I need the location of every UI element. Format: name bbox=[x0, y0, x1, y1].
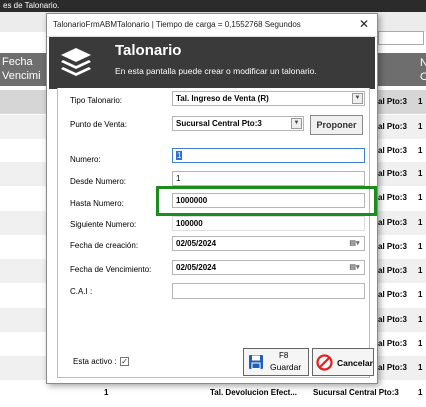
cancelar-button[interactable]: Cancelar bbox=[312, 348, 374, 376]
cell-activo: 1 bbox=[418, 388, 423, 397]
cell-punto-venta: al Pto:3 bbox=[378, 122, 407, 131]
guardar-label: Guardar bbox=[270, 362, 302, 372]
cell-activo: 1 bbox=[418, 363, 423, 372]
cell-punto-venta: al Pto:3 bbox=[378, 290, 407, 299]
banner-subtitle: En esta pantalla puede crear o modificar… bbox=[115, 66, 317, 76]
fecha-vencimiento-label: Fecha de Vencimiento: bbox=[70, 265, 152, 274]
cell-activo: 1 bbox=[418, 97, 423, 106]
siguiente-numero-label: Siguiente Numero: bbox=[70, 220, 137, 229]
fecha-creacion-label: Fecha de creación: bbox=[70, 241, 139, 250]
desde-numero-input[interactable]: 1 bbox=[172, 171, 365, 186]
cai-label: C.A.I : bbox=[70, 287, 93, 296]
numero-value: 1 bbox=[176, 151, 183, 160]
numero-label: Numero: bbox=[70, 155, 101, 164]
fecha-creacion-value: 02/05/2024 bbox=[176, 239, 217, 248]
background-search-field[interactable] bbox=[378, 31, 424, 45]
close-icon[interactable]: ✕ bbox=[359, 18, 369, 30]
cancel-icon bbox=[316, 354, 333, 371]
guardar-shortcut: F8 bbox=[279, 351, 289, 360]
desde-numero-label: Desde Numero: bbox=[70, 177, 127, 186]
dialog-banner: Talonario En esta pantalla puede crear o… bbox=[49, 37, 375, 89]
cell-activo: 1 bbox=[418, 169, 423, 178]
punto-venta-select[interactable]: Sucursal Central Pto:3 ▼ bbox=[172, 116, 304, 131]
cell-punto-venta: al Pto:3 bbox=[378, 218, 407, 227]
hasta-numero-input[interactable]: 1000000 bbox=[172, 193, 365, 208]
cell-tipo: Tal. Devolucion Efect... bbox=[210, 388, 297, 397]
cell-activo: 1 bbox=[418, 339, 423, 348]
tipo-talonario-select[interactable]: Tal. Ingreso de Venta (R) ▼ bbox=[172, 91, 365, 106]
fecha-creacion-picker[interactable]: 02/05/2024 ▤▾ bbox=[172, 236, 365, 251]
cell-punto-venta: Sucursal Central Pto:3 bbox=[313, 388, 399, 397]
punto-venta-value: Sucursal Central Pto:3 bbox=[176, 119, 262, 128]
fecha-vencimiento-picker[interactable]: 02/05/2024 ▤▾ bbox=[172, 260, 365, 275]
cancelar-label: Cancelar bbox=[337, 358, 373, 368]
cell-activo: 1 bbox=[418, 266, 423, 275]
proponer-button[interactable]: Proponer bbox=[310, 115, 363, 135]
chevron-down-icon[interactable]: ▼ bbox=[291, 118, 302, 129]
cell-punto-venta: al Pto:3 bbox=[378, 339, 407, 348]
dialog-title: TalonarioFrmABMTalonario | Tiempo de car… bbox=[53, 20, 301, 29]
punto-venta-label: Punto de Venta: bbox=[70, 120, 127, 129]
activo-checkbox[interactable]: ✓ bbox=[120, 357, 129, 366]
cell-activo: 1 bbox=[418, 315, 423, 324]
cai-input[interactable] bbox=[172, 283, 365, 299]
hasta-numero-label: Hasta Numero: bbox=[70, 199, 124, 208]
fecha-vencimiento-value: 02/05/2024 bbox=[176, 263, 217, 272]
activo-label: Esta activo : bbox=[73, 357, 117, 366]
banner-title: Talonario bbox=[115, 42, 182, 59]
cell-activo: 1 bbox=[418, 218, 423, 227]
cell-numero: 1 bbox=[104, 388, 109, 397]
save-icon bbox=[249, 355, 263, 369]
guardar-button[interactable]: F8 Guardar bbox=[243, 348, 309, 376]
calendar-icon[interactable]: ▤▾ bbox=[347, 262, 362, 273]
header-n[interactable]: N bbox=[420, 57, 426, 69]
header-c[interactable]: C bbox=[420, 71, 426, 83]
cell-activo: 1 bbox=[418, 146, 423, 155]
cell-punto-venta: al Pto:3 bbox=[378, 266, 407, 275]
cell-punto-venta: al Pto:3 bbox=[378, 193, 407, 202]
layers-icon bbox=[61, 48, 91, 76]
dialog-titlebar[interactable]: TalonarioFrmABMTalonario | Tiempo de car… bbox=[47, 14, 377, 37]
tipo-talonario-label: Tipo Talonario: bbox=[70, 96, 123, 105]
cell-punto-venta: al Pto:3 bbox=[378, 363, 407, 372]
chevron-down-icon[interactable]: ▼ bbox=[352, 93, 363, 104]
cell-activo: 1 bbox=[418, 122, 423, 131]
cell-activo: 1 bbox=[418, 193, 423, 202]
cell-punto-venta: al Pto:3 bbox=[378, 315, 407, 324]
cell-punto-venta: al Pto:3 bbox=[378, 169, 407, 178]
cell-activo: 1 bbox=[418, 242, 423, 251]
cell-activo: 1 bbox=[418, 290, 423, 299]
siguiente-numero-input[interactable]: 100000 bbox=[172, 216, 365, 231]
numero-input[interactable]: 1 bbox=[172, 148, 365, 163]
cell-punto-venta: al Pto:3 bbox=[378, 242, 407, 251]
header-fecha-vencimiento[interactable]: Fecha Vencimi bbox=[2, 55, 41, 83]
background-window-title: es de Talonario. bbox=[0, 0, 426, 12]
cell-punto-venta: al Pto:3 bbox=[378, 97, 407, 106]
calendar-icon[interactable]: ▤▾ bbox=[347, 238, 362, 249]
tipo-talonario-value: Tal. Ingreso de Venta (R) bbox=[176, 94, 269, 103]
cell-punto-venta: al Pto:3 bbox=[378, 146, 407, 155]
